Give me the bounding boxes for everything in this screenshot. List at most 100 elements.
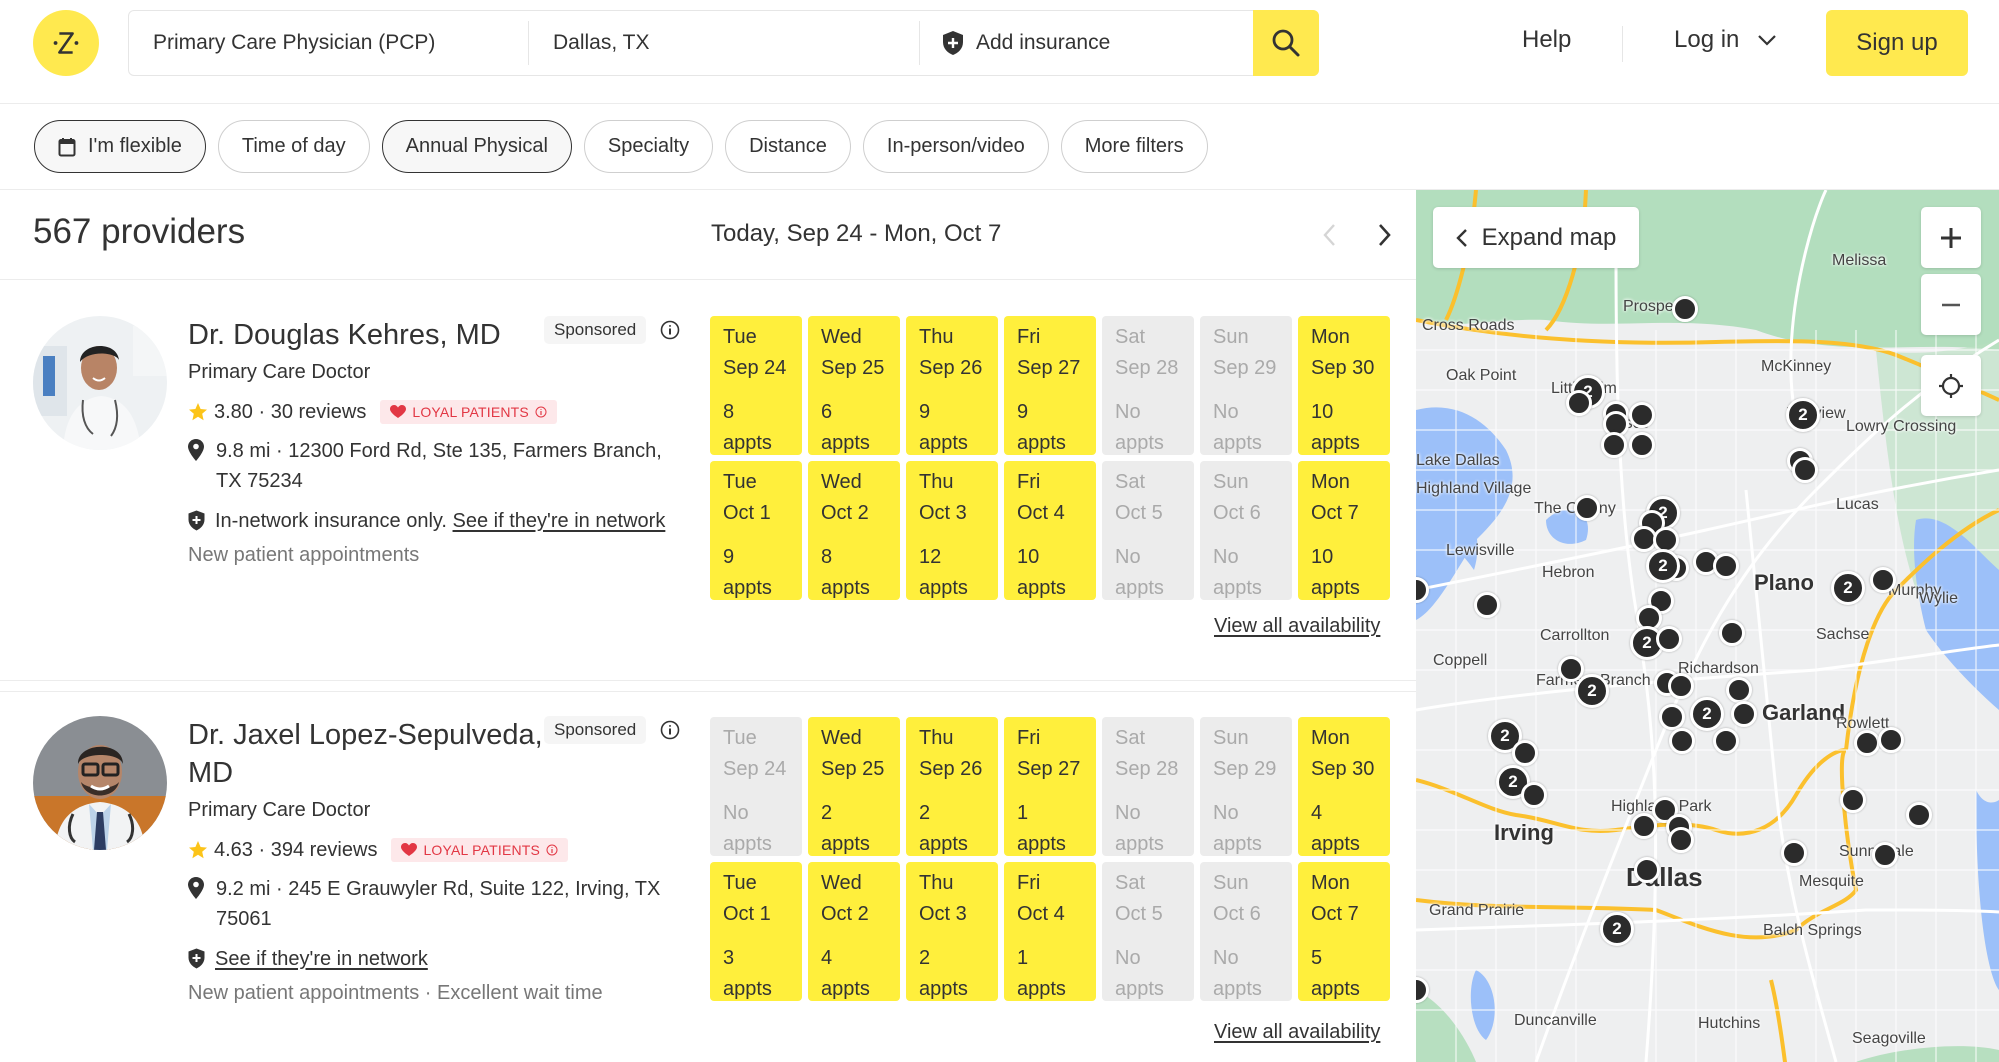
map-marker[interactable] — [1840, 787, 1866, 813]
map-cluster-marker[interactable]: 2 — [1646, 549, 1680, 583]
availability-slot[interactable]: Mon Sep 30 10 appts — [1298, 316, 1390, 455]
map-label-duncanville: Duncanville — [1514, 1012, 1597, 1029]
availability-slot[interactable]: Wed Oct 2 4 appts — [808, 862, 900, 1001]
availability-slot[interactable]: Wed Sep 25 2 appts — [808, 717, 900, 856]
rating-row: 4.63 · 394 reviews LOYAL PATIENTS — [188, 836, 688, 864]
filter-time-of-day[interactable]: Time of day — [217, 120, 370, 173]
slot-unit: appts — [1213, 577, 1262, 599]
map-marker[interactable] — [1731, 701, 1757, 727]
map-marker[interactable] — [1719, 620, 1745, 646]
map-marker[interactable] — [1672, 296, 1698, 322]
login-menu[interactable]: Log in — [1674, 26, 1777, 54]
expand-map-button[interactable]: Expand map — [1433, 207, 1639, 268]
results-map[interactable]: Prosper Cross Roads Oak Point Little Elm… — [1416, 190, 1999, 1062]
map-marker[interactable] — [1854, 730, 1880, 756]
slot-count: 4 — [821, 947, 833, 969]
check-network-link[interactable]: See if they're in network — [453, 510, 666, 532]
map-marker[interactable] — [1713, 728, 1739, 754]
review-count[interactable]: 394 reviews — [271, 839, 378, 862]
map-label-carrollton: Carrollton — [1540, 627, 1610, 644]
sign-up-button[interactable]: Sign up — [1826, 10, 1968, 76]
map-marker[interactable] — [1656, 626, 1682, 652]
availability-slot[interactable]: Tue Oct 1 9 appts — [710, 461, 802, 600]
map-marker[interactable] — [1669, 728, 1695, 754]
map-marker[interactable] — [1870, 567, 1896, 593]
availability-slot[interactable]: Thu Oct 3 12 appts — [906, 461, 998, 600]
map-marker[interactable] — [1668, 673, 1694, 699]
locate-me-button[interactable] — [1921, 355, 1981, 416]
loyal-patients-badge[interactable]: LOYAL PATIENTS — [391, 838, 569, 862]
filter-more-filters[interactable]: More filters — [1060, 120, 1208, 173]
map-marker[interactable] — [1878, 727, 1904, 753]
availability-slot[interactable]: Wed Oct 2 8 appts — [808, 461, 900, 600]
availability-slot[interactable]: Mon Sep 30 4 appts — [1298, 717, 1390, 856]
filter-distance[interactable]: Distance — [725, 120, 851, 173]
map-marker[interactable] — [1521, 782, 1547, 808]
availability-slot[interactable]: Wed Sep 25 6 appts — [808, 316, 900, 455]
map-marker[interactable] — [1668, 827, 1694, 853]
map-marker[interactable] — [1601, 432, 1627, 458]
availability-slot[interactable]: Thu Oct 3 2 appts — [906, 862, 998, 1001]
info-icon[interactable] — [660, 320, 680, 340]
help-link[interactable]: Help — [1522, 26, 1571, 54]
zocdoc-logo[interactable] — [33, 10, 99, 76]
slot-unit: appts — [1115, 577, 1164, 599]
network-text: In-network insurance only. — [215, 510, 447, 532]
map-marker[interactable] — [1781, 840, 1807, 866]
map-label-lake-dallas: Lake Dallas — [1416, 452, 1500, 469]
info-icon[interactable] — [660, 720, 680, 740]
map-cluster-marker[interactable]: 2 — [1600, 912, 1634, 946]
filter-im-flexible[interactable]: I'm flexible — [34, 120, 206, 173]
availability-slot: Sat Sep 28 No appts — [1102, 316, 1194, 455]
map-marker[interactable] — [1574, 495, 1600, 521]
availability-slot[interactable]: Mon Oct 7 5 appts — [1298, 862, 1390, 1001]
map-marker[interactable] — [1906, 802, 1932, 828]
review-count[interactable]: 30 reviews — [271, 401, 367, 424]
provider-name[interactable]: Dr. Jaxel Lopez-Sepulveda, MD — [188, 716, 568, 792]
map-marker[interactable] — [1713, 553, 1739, 579]
map-marker[interactable] — [1631, 813, 1657, 839]
map-marker[interactable] — [1659, 704, 1685, 730]
filter-annual-physical[interactable]: Annual Physical — [381, 120, 572, 173]
map-cluster-marker[interactable]: 2 — [1831, 571, 1865, 605]
map-marker[interactable] — [1726, 677, 1752, 703]
slot-date: Sep 27 — [1017, 357, 1081, 379]
availability-slot[interactable]: Mon Oct 7 10 appts — [1298, 461, 1390, 600]
add-insurance-field[interactable]: Add insurance — [920, 11, 1253, 75]
map-marker[interactable] — [1792, 457, 1818, 483]
filter-specialty[interactable]: Specialty — [583, 120, 714, 173]
slot-unit: appts — [821, 577, 870, 599]
map-marker[interactable] — [1512, 740, 1538, 766]
star-icon — [189, 841, 207, 859]
map-marker[interactable] — [1629, 402, 1655, 428]
availability-slot[interactable]: Thu Sep 26 2 appts — [906, 717, 998, 856]
search-button[interactable] — [1253, 10, 1319, 76]
provider-avatar[interactable] — [33, 316, 167, 450]
zoom-in-button[interactable] — [1921, 207, 1981, 268]
availability-slot[interactable]: Fri Sep 27 1 appts — [1004, 717, 1096, 856]
map-cluster-marker[interactable]: 2 — [1690, 697, 1724, 731]
specialty-search-input[interactable]: Primary Care Physician (PCP) — [129, 21, 529, 65]
prev-dates-button[interactable] — [1318, 220, 1342, 250]
map-marker[interactable] — [1629, 432, 1655, 458]
map-cluster-marker[interactable]: 2 — [1575, 674, 1609, 708]
map-marker[interactable] — [1872, 842, 1898, 868]
check-network-link[interactable]: See if they're in network — [215, 944, 428, 974]
availability-slot[interactable]: Tue Oct 1 3 appts — [710, 862, 802, 1001]
availability-slot[interactable]: Fri Oct 4 1 appts — [1004, 862, 1096, 1001]
filter-in-person-video[interactable]: In-person/video — [862, 120, 1049, 173]
availability-slot[interactable]: Fri Oct 4 10 appts — [1004, 461, 1096, 600]
map-marker[interactable] — [1566, 390, 1592, 416]
availability-slot[interactable]: Thu Sep 26 9 appts — [906, 316, 998, 455]
map-marker[interactable] — [1474, 592, 1500, 618]
availability-slot[interactable]: Fri Sep 27 9 appts — [1004, 316, 1096, 455]
zoom-out-button[interactable] — [1921, 274, 1981, 335]
map-cluster-marker[interactable]: 2 — [1786, 398, 1820, 432]
loyal-patients-badge[interactable]: LOYAL PATIENTS — [380, 400, 557, 424]
provider-avatar[interactable] — [33, 716, 167, 850]
location-search-input[interactable]: Dallas, TX — [529, 21, 920, 65]
next-dates-button[interactable] — [1372, 220, 1396, 250]
map-marker[interactable] — [1634, 857, 1660, 883]
appointment-note: New patient appointments — [188, 544, 420, 566]
availability-slot[interactable]: Tue Sep 24 8 appts — [710, 316, 802, 455]
